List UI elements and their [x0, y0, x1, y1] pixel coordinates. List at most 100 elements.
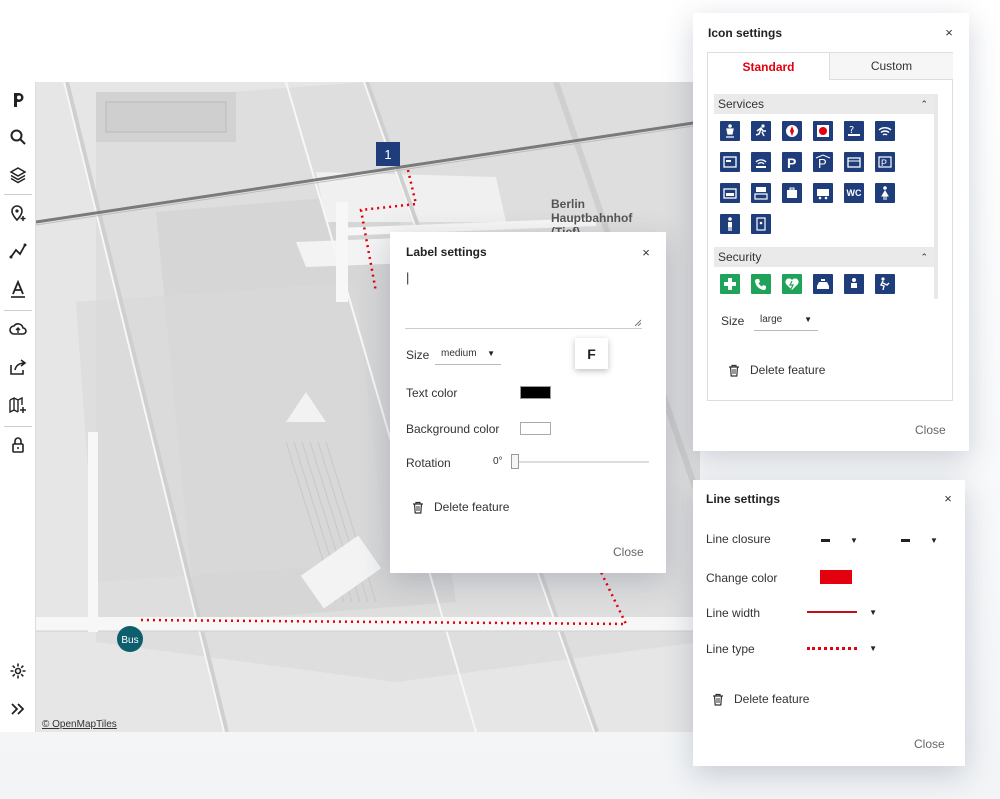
- toolbar-divider: [4, 426, 32, 427]
- expand-icon[interactable]: [0, 694, 36, 724]
- chevron-up-icon: ⌃: [920, 98, 928, 109]
- layers-icon[interactable]: [0, 160, 36, 190]
- parking-icon[interactable]: P: [782, 152, 802, 172]
- marker-number: 1: [384, 147, 391, 162]
- cloud-upload-icon[interactable]: [0, 314, 36, 344]
- icon-picker-panel: Standard Custom Services ⌃ ? P P P WC Se…: [707, 52, 953, 401]
- chevron-down-icon: ▼: [869, 607, 877, 617]
- elevator-icon[interactable]: [751, 214, 771, 234]
- police-car-icon[interactable]: [813, 274, 833, 294]
- info-point-icon[interactable]: [813, 121, 833, 141]
- close-button[interactable]: Close: [915, 423, 946, 437]
- size-select[interactable]: medium ▼: [435, 343, 501, 365]
- shop-icon[interactable]: [720, 183, 740, 203]
- ticket-machine-icon[interactable]: [720, 152, 740, 172]
- marker-add-icon[interactable]: [0, 198, 36, 228]
- service-counter-icon[interactable]: [751, 183, 771, 203]
- person-icon[interactable]: [720, 121, 740, 141]
- rotation-value: 0°: [493, 456, 503, 467]
- background-color-swatch[interactable]: [520, 422, 551, 435]
- group-header-services[interactable]: Services ⌃: [714, 94, 934, 114]
- police-icon[interactable]: [844, 274, 864, 294]
- group-name-services: Services: [718, 97, 765, 111]
- delete-feature-button[interactable]: Delete feature: [728, 363, 825, 377]
- wifi-icon[interactable]: [875, 121, 895, 141]
- parking-covered-icon[interactable]: P: [813, 152, 833, 172]
- bus-marker[interactable]: Bus: [117, 626, 143, 652]
- change-color-label: Change color: [706, 571, 778, 585]
- icon-size-value: large: [760, 314, 783, 325]
- polyline-icon[interactable]: [0, 236, 36, 266]
- close-icon[interactable]: ×: [639, 245, 653, 260]
- wifi-hotspot-icon[interactable]: [751, 152, 771, 172]
- line-width-select[interactable]: ▼: [807, 604, 877, 620]
- luggage-locker-icon[interactable]: [844, 152, 864, 172]
- emergency-phone-icon[interactable]: [751, 274, 771, 294]
- label-text-field[interactable]: |: [405, 268, 642, 329]
- luggage-icon[interactable]: [782, 183, 802, 203]
- icon-list[interactable]: Services ⌃ ? P P P WC Security ⌃: [714, 94, 938, 299]
- defibrillator-icon[interactable]: [782, 274, 802, 294]
- man-icon[interactable]: [720, 214, 740, 234]
- close-button[interactable]: Close: [613, 545, 644, 559]
- wc-icon[interactable]: WC: [844, 183, 864, 203]
- label-settings-dialog: Label settings × | Size medium ▼ F Text c…: [390, 232, 666, 573]
- group-name-security: Security: [718, 250, 762, 264]
- woman-icon[interactable]: [875, 183, 895, 203]
- delete-feature-label: Delete feature: [750, 363, 826, 377]
- rotation-label: Rotation: [406, 456, 451, 470]
- bus-marker-label: Bus: [121, 635, 138, 646]
- bus-stop-icon[interactable]: [813, 183, 833, 203]
- delete-feature-button[interactable]: Delete feature: [712, 692, 809, 706]
- gear-icon[interactable]: [0, 656, 36, 686]
- line-type-label: Line type: [706, 642, 755, 656]
- close-icon[interactable]: ×: [941, 491, 955, 506]
- rotation-slider-track[interactable]: [513, 461, 649, 463]
- line-color-swatch[interactable]: [820, 570, 852, 584]
- trash-icon: [713, 693, 723, 706]
- text-cursor: |: [406, 270, 410, 285]
- first-aid-icon[interactable]: [720, 274, 740, 294]
- line-start-select[interactable]: ▼: [821, 532, 871, 548]
- app-stage: Berlin Hauptbahnhof (Tief) 1 Bus © OpenM…: [0, 0, 1000, 799]
- emergency-exit-icon[interactable]: [875, 274, 895, 294]
- running-person-icon[interactable]: [751, 121, 771, 141]
- close-icon[interactable]: ×: [942, 25, 956, 40]
- svg-text:P: P: [787, 155, 796, 170]
- logo-icon[interactable]: [0, 84, 36, 114]
- text-color-swatch[interactable]: [520, 386, 551, 399]
- chevron-up-icon: ⌃: [920, 251, 928, 262]
- line-type-select[interactable]: ▼: [807, 640, 877, 656]
- help-desk-icon[interactable]: ?: [844, 121, 864, 141]
- line-end-select[interactable]: ▼: [901, 532, 951, 548]
- line-cap-icon: [901, 538, 910, 542]
- tab-standard[interactable]: Standard: [707, 52, 830, 80]
- line-type-preview: [807, 646, 858, 650]
- rotation-slider-thumb[interactable]: [511, 454, 519, 469]
- toolbar-divider: [4, 310, 32, 311]
- font-style-button[interactable]: F: [575, 338, 608, 369]
- line-settings-title: Line settings: [706, 492, 781, 506]
- close-button[interactable]: Close: [914, 737, 945, 751]
- resize-handle-icon[interactable]: [634, 319, 641, 326]
- park-and-ride-icon[interactable]: P: [875, 152, 895, 172]
- share-icon[interactable]: [0, 352, 36, 382]
- text-icon[interactable]: [0, 274, 36, 304]
- map-attribution[interactable]: © OpenMapTiles: [42, 719, 117, 730]
- lock-icon[interactable]: [0, 430, 36, 460]
- group-header-security[interactable]: Security ⌃: [714, 247, 934, 267]
- line-width-label: Line width: [706, 606, 761, 620]
- icon-size-select[interactable]: large ▼: [754, 309, 818, 331]
- numbered-marker[interactable]: 1: [376, 142, 400, 166]
- search-icon[interactable]: [0, 122, 36, 152]
- svg-text:P: P: [881, 158, 887, 168]
- trash-icon: [729, 364, 739, 377]
- tab-custom[interactable]: Custom: [830, 53, 953, 80]
- compass-icon[interactable]: [782, 121, 802, 141]
- delete-feature-label: Delete feature: [734, 692, 810, 706]
- station-label-line-1: Berlin: [551, 197, 585, 211]
- line-width-preview: [807, 611, 858, 613]
- delete-feature-button[interactable]: Delete feature: [412, 500, 509, 514]
- map-add-icon[interactable]: [0, 390, 36, 420]
- label-settings-title: Label settings: [406, 245, 487, 259]
